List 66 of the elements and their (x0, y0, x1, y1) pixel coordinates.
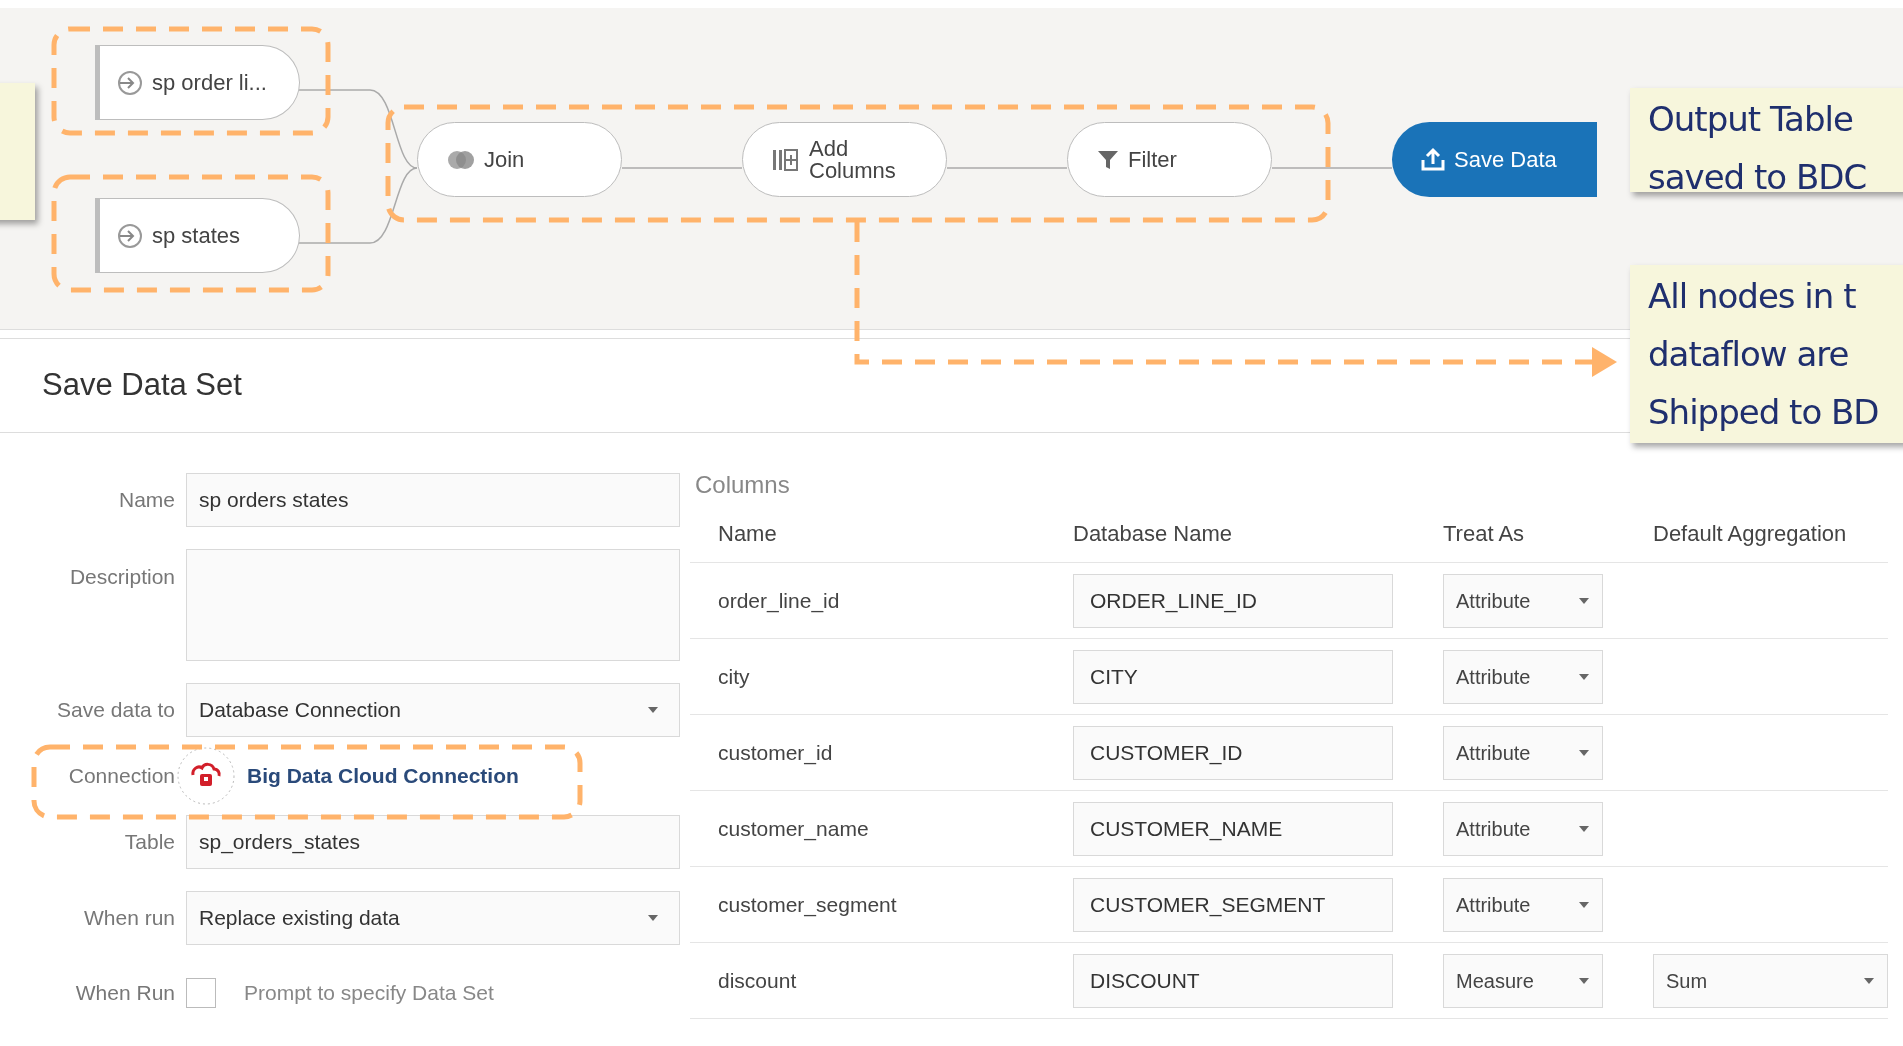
dropdown[interactable]: Replace existing data (186, 891, 680, 945)
callout-text: dataflow are (1648, 333, 1850, 376)
field-label: Connection (67, 763, 175, 790)
upload-icon (1420, 146, 1446, 173)
column-header: Treat As (1443, 520, 1526, 548)
flow-node[interactable]: Filter (1067, 122, 1272, 197)
table-cell-text: customer_segment (718, 891, 898, 919)
field-label: Description (68, 564, 175, 590)
callout-text: All nodes in t (1648, 275, 1857, 318)
text-field[interactable]: sp orders states (186, 473, 680, 527)
checkbox-label: Prompt to specify Data Set (244, 980, 494, 1007)
field-label: Table (123, 829, 175, 856)
caret-icon (647, 706, 659, 714)
field-label: Save data to (56, 697, 175, 724)
callout-text: Output Table (1648, 98, 1854, 141)
caret-icon (1578, 748, 1590, 757)
flow-node[interactable]: sp states (95, 198, 300, 273)
flow-node[interactable]: Join (417, 122, 622, 197)
table-cell-text: discount (718, 967, 798, 994)
column-header: Database Name (1073, 520, 1233, 548)
flow-node[interactable]: sp order li... (95, 45, 300, 120)
dropdown[interactable]: Database Connection (186, 683, 680, 737)
cloud-icon (177, 747, 235, 805)
connection-name: Big Data Cloud Connection (247, 763, 519, 790)
field-label: When run (82, 905, 175, 932)
description-field[interactable] (186, 549, 680, 661)
caret-icon (1578, 976, 1590, 985)
flow-node[interactable]: Save Data (1392, 122, 1597, 197)
text-field[interactable]: sp_orders_states (186, 815, 680, 869)
caret-icon (1578, 596, 1590, 605)
dropdown[interactable]: Attribute (1443, 801, 1603, 856)
table-cell-text: city (718, 663, 751, 690)
caret-icon (647, 914, 659, 922)
caret-icon (1578, 672, 1590, 681)
caret-icon (1578, 824, 1590, 833)
caret-icon (1863, 976, 1875, 985)
column-header: Default Aggregation (1653, 520, 1848, 548)
checkbox[interactable] (186, 978, 216, 1008)
callout-text: saved to BDC (1648, 156, 1867, 199)
panel-title: Save Data Set (42, 366, 242, 405)
table-cell-text: customer_id (718, 739, 834, 767)
table-cell-text: order_line_id (718, 587, 841, 615)
add-columns-icon (771, 146, 801, 173)
caret-icon (1578, 900, 1590, 909)
dropdown[interactable]: Sum (1653, 953, 1888, 1008)
dropdown[interactable]: Attribute (1443, 725, 1603, 780)
section-title: Columns (694, 470, 791, 500)
text-field[interactable]: ORDER_LINE_ID (1073, 573, 1393, 628)
text-field[interactable]: CUSTOMER_SEGMENT (1073, 877, 1393, 932)
field-label: When Run (74, 980, 175, 1007)
text-field[interactable]: DISCOUNT (1073, 953, 1393, 1008)
dropdown[interactable]: Attribute (1443, 649, 1603, 704)
dropdown[interactable]: Attribute (1443, 877, 1603, 932)
column-header: Name (718, 520, 778, 548)
text-field[interactable]: CITY (1073, 649, 1393, 704)
dropdown[interactable]: Measure (1443, 953, 1603, 1008)
text-field[interactable]: CUSTOMER_ID (1073, 725, 1393, 780)
flow-node[interactable]: Add Columns (742, 122, 947, 197)
callout-text: Shipped to BD (1648, 391, 1879, 434)
arrow-circle-icon (116, 68, 144, 97)
table-cell-text: customer_name (718, 815, 870, 843)
text-field[interactable]: CUSTOMER_NAME (1073, 801, 1393, 856)
field-label: Name (117, 487, 175, 514)
arrow-circle-icon (116, 221, 144, 250)
dropdown[interactable]: Attribute (1443, 573, 1603, 628)
join-icon (446, 148, 476, 171)
